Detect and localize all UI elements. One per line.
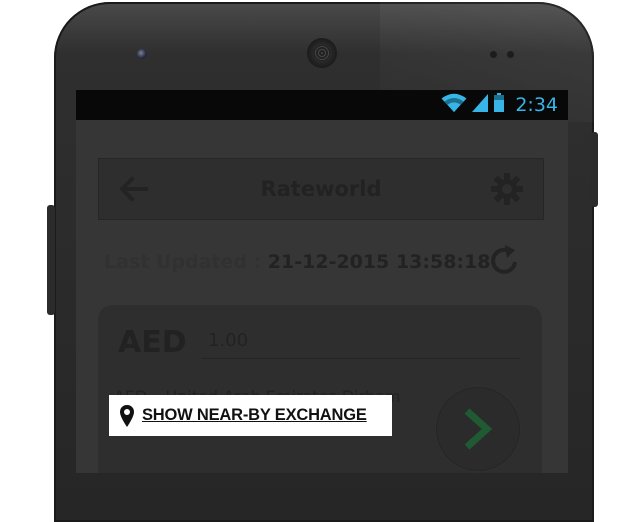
front-camera	[137, 49, 147, 59]
power-button	[591, 132, 598, 207]
next-button[interactable]	[436, 387, 520, 471]
signal-icon	[471, 93, 489, 117]
last-updated-row: Last Updated : 21-12-2015 13:58:18	[104, 248, 490, 276]
proximity-sensor	[490, 51, 497, 58]
status-clock: 2:34	[515, 94, 558, 116]
refresh-button[interactable]	[484, 241, 524, 281]
volume-button	[47, 205, 55, 315]
currency-card: AED AED – United Arab Emirates Dirham	[98, 305, 542, 473]
wifi-icon	[441, 93, 467, 117]
status-icons: 2:34	[441, 93, 558, 117]
amount-input[interactable]	[202, 323, 520, 359]
battery-icon	[493, 93, 505, 117]
back-button[interactable]	[113, 169, 153, 209]
currency-code: AED	[118, 325, 187, 360]
last-updated-value: 21-12-2015 13:58:18	[267, 251, 491, 273]
settings-button[interactable]	[487, 169, 527, 209]
light-sensor	[507, 51, 514, 58]
app-toolbar: Rateworld	[98, 158, 544, 220]
status-bar: 2:34	[76, 90, 568, 120]
last-updated-label: Last Updated :	[104, 251, 262, 273]
refresh-icon	[491, 245, 517, 274]
app-title: Rateworld	[260, 177, 382, 201]
earpiece-speaker	[309, 40, 335, 66]
map-pin-icon	[120, 404, 134, 427]
arrow-left-icon	[119, 176, 148, 202]
show-nearby-exchange-label: SHOW NEAR-BY EXCHANGE	[142, 406, 367, 424]
show-nearby-exchange-button[interactable]: SHOW NEAR-BY EXCHANGE	[109, 395, 392, 436]
gear-icon	[491, 173, 523, 205]
chevron-right-icon	[464, 408, 493, 450]
